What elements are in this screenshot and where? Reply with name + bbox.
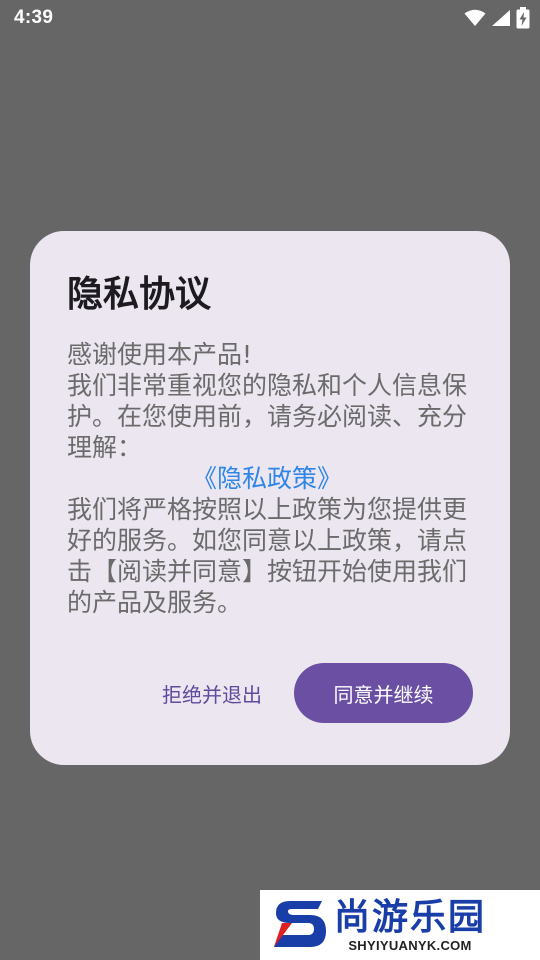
status-bar: 4:39: [0, 0, 540, 36]
body-paragraph-1: 我们非常重视您的隐私和个人信息保护。在您使用前，请务必阅读、充分理解：: [67, 371, 468, 462]
privacy-policy-link[interactable]: 《隐私政策》: [67, 463, 467, 494]
status-icons: [464, 7, 530, 29]
wifi-icon: [464, 9, 486, 27]
watermark-chinese: 尚游乐园: [334, 896, 487, 938]
dialog-title: 隐私协议: [67, 274, 212, 315]
signal-icon: [491, 9, 511, 27]
site-watermark: 尚游乐园 SHYIYUANYK.COM: [260, 890, 540, 960]
watermark-text: 尚游乐园 SHYIYUANYK.COM: [334, 896, 487, 953]
dialog-body: 感谢使用本产品! 我们非常重视您的隐私和个人信息保护。在您使用前，请务必阅读、充…: [67, 339, 467, 618]
reject-exit-button[interactable]: 拒绝并退出: [162, 679, 262, 708]
watermark-domain: SHYIYUANYK.COM: [348, 937, 472, 953]
dialog-actions: 拒绝并退出 同意并继续: [162, 663, 473, 723]
battery-icon: [516, 7, 530, 29]
status-time: 4:39: [14, 7, 54, 28]
body-intro: 感谢使用本产品!: [67, 340, 253, 369]
body-paragraph-2: 我们将严格按照以上政策为您提供更好的服务。如您同意以上政策，请点击【阅读并同意】…: [67, 495, 468, 617]
watermark-logo-icon: [272, 893, 328, 957]
agree-continue-button[interactable]: 同意并继续: [294, 663, 473, 723]
privacy-dialog: 隐私协议 感谢使用本产品! 我们非常重视您的隐私和个人信息保护。在您使用前，请务…: [30, 231, 510, 765]
